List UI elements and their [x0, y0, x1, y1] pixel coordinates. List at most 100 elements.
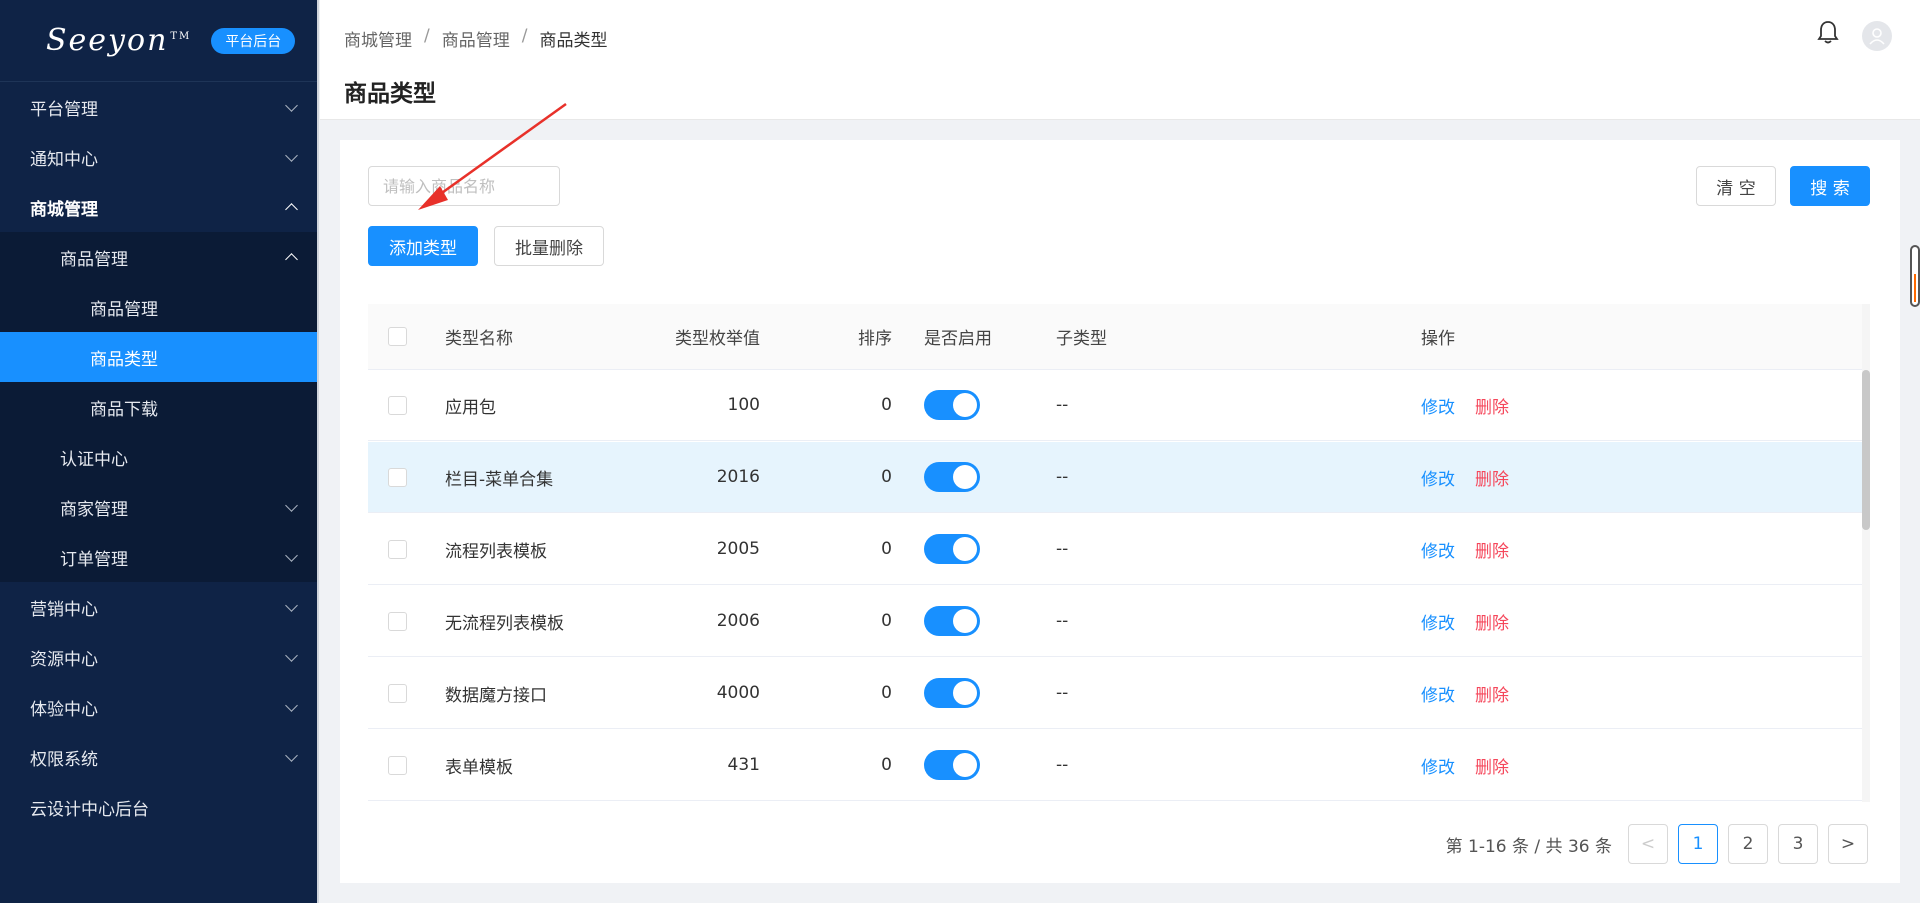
- batch-delete-button[interactable]: 批量删除: [494, 226, 604, 266]
- sidebar-item[interactable]: 通知中心: [0, 132, 318, 182]
- sidebar-item[interactable]: 体验中心: [0, 682, 318, 732]
- delete-link[interactable]: 删除: [1475, 681, 1509, 706]
- enabled-cell: [924, 730, 1004, 800]
- breadcrumb-item[interactable]: 商品管理: [442, 26, 510, 51]
- next-page-button[interactable]: >: [1828, 824, 1868, 864]
- enabled-cell: [924, 442, 1004, 512]
- checkbox[interactable]: [388, 395, 407, 415]
- search-button[interactable]: 搜 索: [1790, 166, 1870, 206]
- actions-cell: 修改 删除: [1421, 586, 1621, 656]
- edit-link[interactable]: 修改: [1421, 753, 1455, 778]
- type-enum-cell: 2005: [716, 539, 760, 559]
- enabled-toggle[interactable]: [924, 750, 980, 780]
- sidebar-item-label: 商城管理: [30, 199, 98, 220]
- enabled-toggle[interactable]: [924, 678, 980, 708]
- sidebar-item-label: 订单管理: [60, 549, 128, 570]
- sidebar-item-label: 商品下载: [90, 399, 158, 420]
- table-row: 无流程列表模板 2006 0 -- 修改 删除: [368, 586, 1868, 657]
- row-checkbox[interactable]: [388, 514, 408, 584]
- sidebar-item[interactable]: 商家管理: [0, 482, 318, 532]
- sidebar-item-label: 云设计中心后台: [30, 799, 149, 820]
- type-enum-cell: 2016: [716, 467, 760, 487]
- page-button[interactable]: 1: [1678, 824, 1718, 864]
- sidebar-item-label: 平台管理: [30, 99, 98, 120]
- platform-badge: 平台后台: [211, 27, 296, 54]
- delete-link[interactable]: 删除: [1475, 465, 1509, 490]
- delete-link[interactable]: 删除: [1475, 753, 1509, 778]
- sidebar-item[interactable]: 商品管理: [0, 282, 318, 332]
- edit-link[interactable]: 修改: [1421, 609, 1455, 634]
- sort-cell: 0: [881, 539, 892, 559]
- edit-link[interactable]: 修改: [1421, 393, 1455, 418]
- enabled-toggle[interactable]: [924, 462, 980, 492]
- sidebar-item-label: 权限系统: [30, 749, 98, 770]
- sidebar-item[interactable]: 商品下载: [0, 382, 318, 432]
- row-checkbox[interactable]: [388, 730, 408, 800]
- checkbox[interactable]: [388, 327, 407, 346]
- delete-link[interactable]: 删除: [1475, 393, 1509, 418]
- sidebar-item[interactable]: 权限系统: [0, 732, 318, 782]
- row-checkbox[interactable]: [388, 586, 408, 656]
- table-row: 数据魔方接口 4000 0 -- 修改 删除: [368, 658, 1868, 729]
- sidebar-item[interactable]: 商品类型: [0, 332, 318, 382]
- enabled-toggle[interactable]: [924, 606, 980, 636]
- edit-link[interactable]: 修改: [1421, 465, 1455, 490]
- content-card: 清 空 搜 索 添加类型 批量删除 类型名称类型枚举值排序是否启用子类型操作应用…: [340, 140, 1900, 883]
- product-name-search-input[interactable]: [368, 166, 560, 206]
- column-header: 类型枚举值: [675, 329, 760, 349]
- checkbox[interactable]: [388, 611, 407, 631]
- checkbox[interactable]: [388, 467, 407, 487]
- delete-link[interactable]: 删除: [1475, 609, 1509, 634]
- sort-cell: 0: [881, 467, 892, 487]
- bell-icon[interactable]: [1816, 20, 1840, 51]
- table-row: 表单模板 431 0 -- 修改 删除: [368, 730, 1868, 801]
- page-scrollbar[interactable]: [1910, 245, 1920, 307]
- sidebar-item[interactable]: 平台管理: [0, 82, 318, 132]
- actions-cell: 修改 删除: [1421, 730, 1621, 800]
- sidebar-item[interactable]: 云设计中心后台: [0, 782, 318, 832]
- checkbox[interactable]: [388, 683, 407, 703]
- column-header: 排序: [858, 329, 892, 349]
- sidebar-item[interactable]: 营销中心: [0, 582, 318, 632]
- actions-cell: 修改 删除: [1421, 658, 1621, 728]
- enabled-toggle[interactable]: [924, 534, 980, 564]
- sidebar-item-label: 认证中心: [60, 449, 128, 470]
- sidebar-item[interactable]: 商城管理: [0, 182, 318, 232]
- user-avatar-icon[interactable]: [1862, 20, 1892, 51]
- breadcrumb-item[interactable]: 商城管理: [344, 26, 412, 51]
- sidebar-item[interactable]: 商品管理: [0, 232, 318, 282]
- row-checkbox[interactable]: [388, 658, 408, 728]
- row-checkbox[interactable]: [388, 442, 408, 512]
- select-all-checkbox[interactable]: [388, 304, 408, 369]
- delete-link[interactable]: 删除: [1475, 537, 1509, 562]
- sidebar-item[interactable]: 资源中心: [0, 632, 318, 682]
- table-row: 流程列表模板 2005 0 -- 修改 删除: [368, 514, 1868, 585]
- checkbox[interactable]: [388, 539, 407, 559]
- add-type-button[interactable]: 添加类型: [368, 226, 478, 266]
- edit-link[interactable]: 修改: [1421, 537, 1455, 562]
- enabled-toggle[interactable]: [924, 390, 980, 420]
- table-header-row: 类型名称 类型枚举值 排序 是否启用 子类型 操作: [368, 304, 1868, 370]
- sidebar-item-label: 商家管理: [60, 499, 128, 520]
- logo: Seeyon TM 平台后台: [0, 0, 318, 82]
- prev-page-button[interactable]: <: [1628, 824, 1668, 864]
- checkbox[interactable]: [388, 755, 407, 775]
- page-button[interactable]: 3: [1778, 824, 1818, 864]
- row-checkbox[interactable]: [388, 370, 408, 440]
- page-title: 商品类型: [344, 81, 436, 107]
- sidebar-item-label: 体验中心: [30, 699, 98, 720]
- page-header: 商城管理 / 商品管理 / 商品类型 商品类型: [320, 0, 1920, 120]
- chevron-down-icon: [285, 598, 298, 612]
- sidebar-item[interactable]: 订单管理: [0, 532, 318, 582]
- subtype-cell: --: [1056, 395, 1069, 415]
- clear-button[interactable]: 清 空: [1696, 166, 1776, 206]
- type-enum-cell: 100: [727, 395, 760, 415]
- table-scrollbar-thumb[interactable]: [1862, 370, 1870, 530]
- edit-link[interactable]: 修改: [1421, 681, 1455, 706]
- page-button[interactable]: 2: [1728, 824, 1768, 864]
- sidebar-item[interactable]: 认证中心: [0, 432, 318, 482]
- enabled-cell: [924, 658, 1004, 728]
- table-scrollbar[interactable]: [1862, 304, 1870, 802]
- subtype-cell: --: [1056, 611, 1069, 631]
- column-header: 是否启用: [924, 329, 992, 349]
